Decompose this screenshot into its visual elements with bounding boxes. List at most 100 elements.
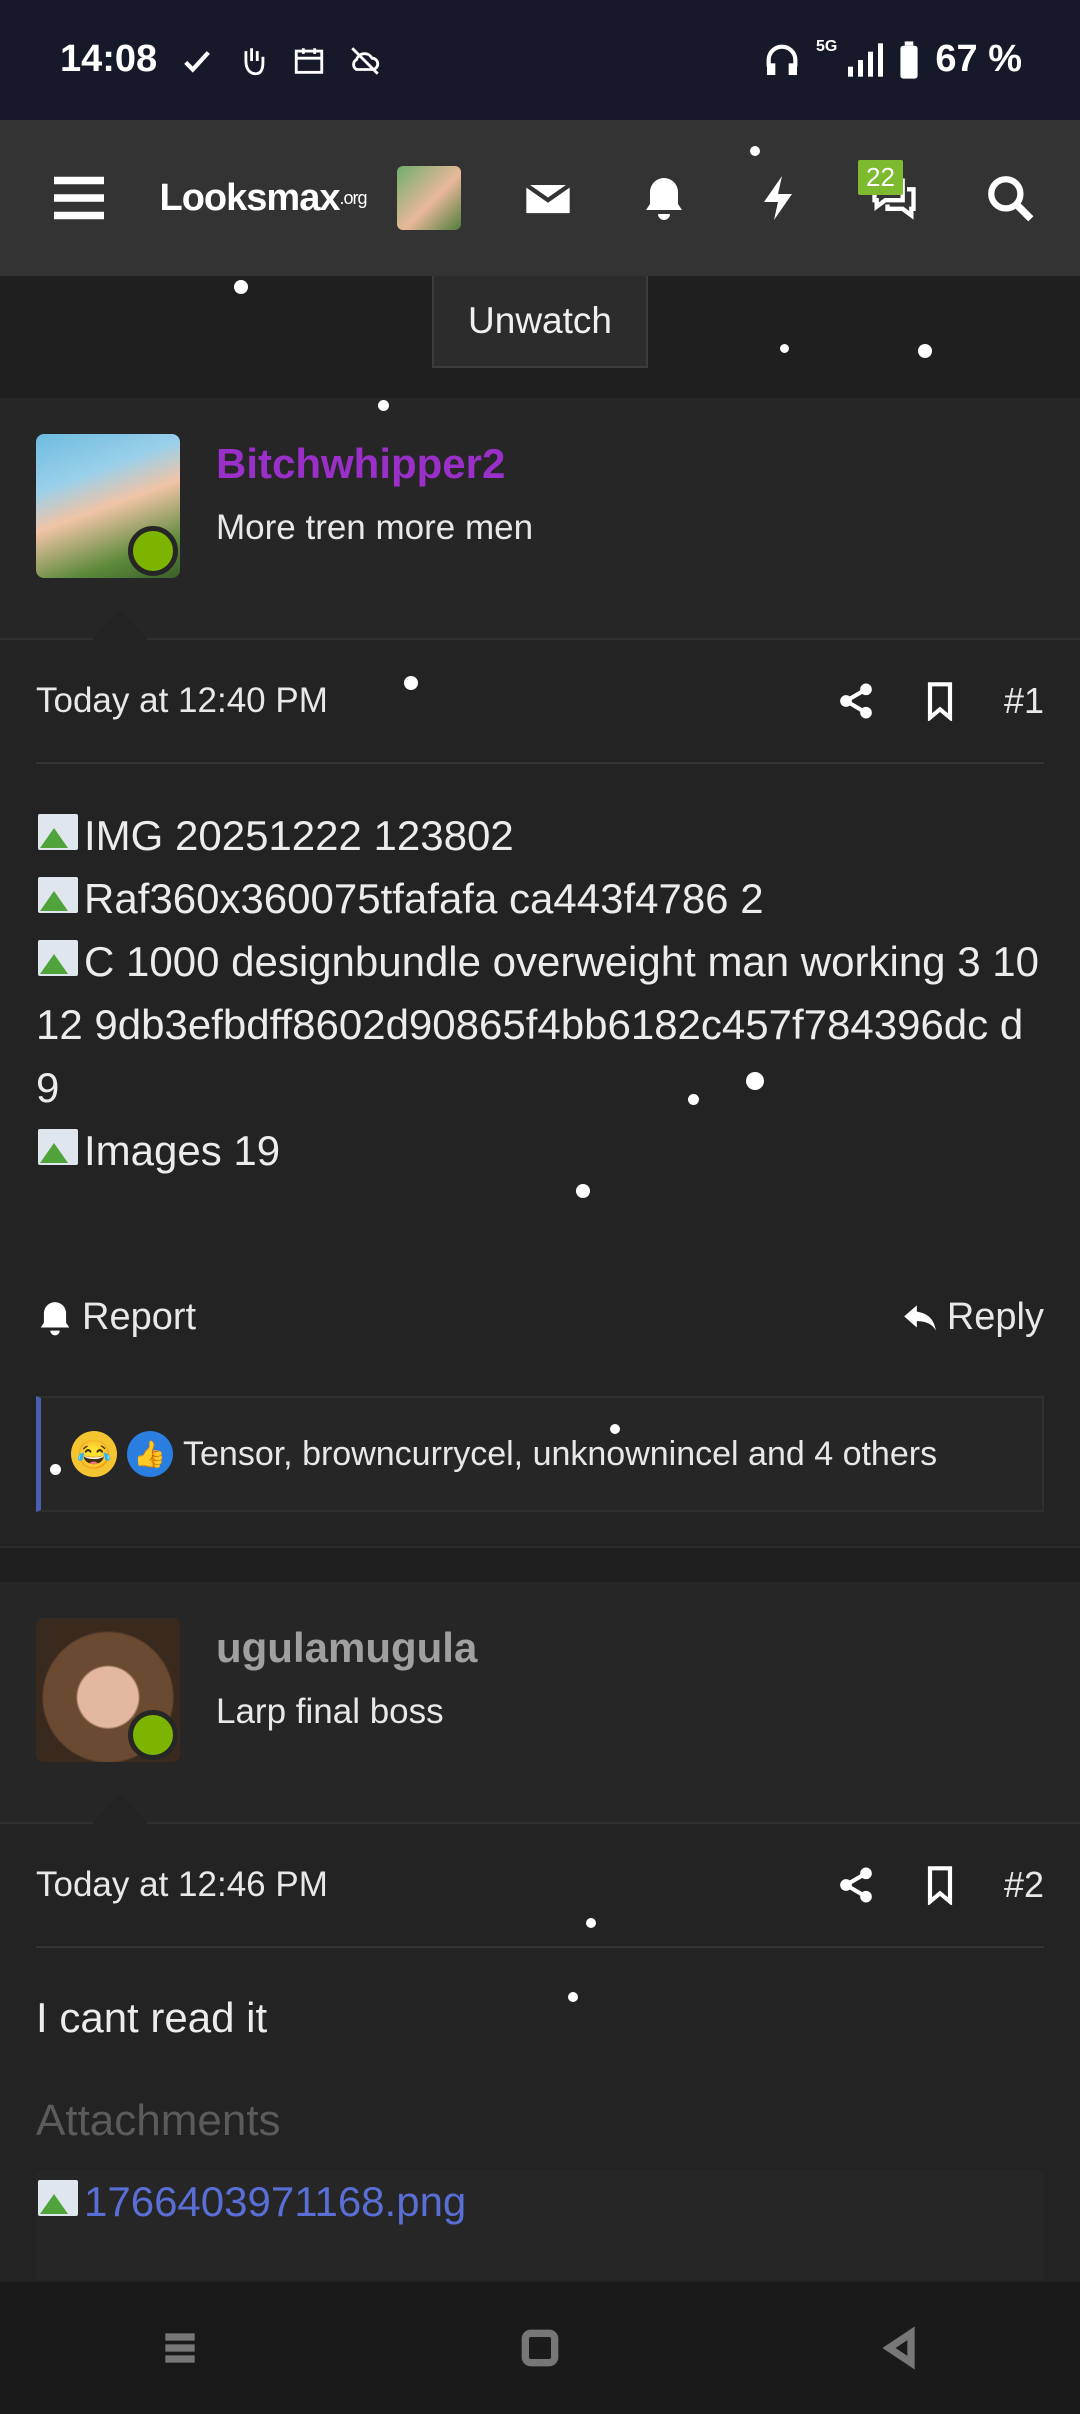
- bell-icon: [40, 1301, 70, 1335]
- post-2: ugulamugula Larp final boss Today at 12:…: [0, 1582, 1080, 2282]
- post-user-block: Bitchwhipper2 More tren more men: [0, 398, 1080, 640]
- username[interactable]: Bitchwhipper2: [216, 440, 505, 488]
- system-nav-bar: [0, 2282, 1080, 2414]
- bookmark-icon[interactable]: [920, 1865, 960, 1905]
- post-timestamp[interactable]: Today at 12:40 PM: [36, 681, 328, 721]
- snow-particle: [586, 1918, 596, 1928]
- post-meta: Today at 12:46 PM #2: [36, 1824, 1044, 1948]
- user-title: Larp final boss: [216, 1692, 444, 1731]
- image-line[interactable]: IMG 20251222 123802: [36, 804, 1046, 867]
- image-alt-text: Raf360x360075tfafafa ca443f4786 2: [84, 875, 764, 922]
- hand-icon: [244, 48, 265, 76]
- broken-image-icon: [36, 875, 84, 917]
- snow-particle: [918, 344, 932, 358]
- reply-label: Reply: [946, 1296, 1044, 1338]
- user-block-pointer: [92, 1794, 148, 1824]
- image-line[interactable]: C 1000 designbundle overweight man worki…: [36, 930, 1046, 1119]
- bell-icon: [646, 178, 682, 220]
- snow-particle: [576, 1184, 590, 1198]
- status-time: 14:08: [60, 38, 158, 80]
- inbox-button[interactable]: [520, 120, 576, 276]
- reactions-summary[interactable]: Tensor, browncurrycel, unknownincel and …: [183, 1435, 937, 1474]
- battery-percent: 67 %: [935, 38, 1022, 80]
- attachments-heading: Attachments: [36, 2096, 281, 2145]
- snow-particle: [234, 280, 248, 294]
- thumbs-up-icon: 👍: [127, 1431, 173, 1477]
- bookmark-icon[interactable]: [920, 681, 960, 721]
- post-number[interactable]: #2: [1004, 1864, 1044, 1906]
- post-body: IMG 20251222 123802 Raf360x360075tfafafa…: [36, 804, 1046, 1182]
- share-icon[interactable]: [836, 1865, 876, 1905]
- post-number[interactable]: #1: [1004, 680, 1044, 722]
- status-right: 5G 67 %: [762, 38, 1022, 81]
- online-status-dot: [128, 1710, 178, 1760]
- username[interactable]: ugulamugula: [216, 1624, 477, 1672]
- user-block-pointer: [92, 610, 148, 640]
- recent-apps-icon[interactable]: [158, 2326, 202, 2370]
- bolt-icon: [764, 176, 792, 220]
- laughing-emoji-icon: 😂: [71, 1431, 117, 1477]
- reactions-bar[interactable]: 😂 👍 Tensor, browncurrycel, unknownincel …: [36, 1396, 1044, 1512]
- snow-particle: [610, 1424, 620, 1434]
- snow-particle: [404, 676, 418, 690]
- battery-icon: [900, 40, 918, 79]
- status-bar: 14:08 5G 67 %: [0, 0, 1080, 120]
- post-timestamp[interactable]: Today at 12:46 PM: [36, 1865, 328, 1905]
- cloud-off-icon: [351, 47, 380, 75]
- snow-particle: [378, 400, 389, 411]
- snow-particle: [688, 1094, 699, 1105]
- network-label: 5G: [816, 38, 838, 55]
- reply-arrow-icon: [904, 1304, 936, 1331]
- snow-particle: [750, 146, 760, 156]
- menu-button[interactable]: [44, 120, 114, 276]
- status-icons: [180, 44, 382, 78]
- report-button[interactable]: Report: [36, 1296, 196, 1339]
- attachment-link[interactable]: 1766403971168.png: [84, 2178, 466, 2225]
- attachment-item[interactable]: 1766403971168.png: [36, 2170, 1044, 2280]
- avatar: [397, 166, 461, 230]
- hamburger-icon: [54, 176, 104, 220]
- snow-particle: [746, 1072, 764, 1090]
- back-icon[interactable]: [878, 2326, 922, 2370]
- search-button[interactable]: [980, 120, 1040, 276]
- logo-suffix: .org: [339, 187, 367, 208]
- envelope-icon: [525, 183, 571, 214]
- search-icon: [988, 176, 1034, 222]
- image-alt-text: IMG 20251222 123802: [84, 812, 514, 859]
- snow-particle: [50, 1464, 61, 1475]
- post-meta: Today at 12:40 PM #1: [36, 640, 1044, 764]
- online-status-dot: [128, 526, 178, 576]
- signal-icon: [848, 42, 884, 77]
- report-label: Report: [82, 1296, 197, 1338]
- post-user-block: ugulamugula Larp final boss: [0, 1582, 1080, 1824]
- calendar-icon: [294, 48, 324, 74]
- account-avatar-button[interactable]: [396, 120, 462, 276]
- post-1: Bitchwhipper2 More tren more men Today a…: [0, 398, 1080, 1546]
- snow-particle: [568, 1992, 578, 2002]
- site-logo[interactable]: Looksmax .org: [158, 120, 368, 276]
- home-icon[interactable]: [518, 2326, 562, 2370]
- unwatch-label: Unwatch: [468, 300, 612, 341]
- top-navbar: Looksmax .org 22: [0, 120, 1080, 276]
- headphones-icon: [766, 44, 798, 75]
- user-title: More tren more men: [216, 508, 534, 547]
- unwatch-tooltip[interactable]: Unwatch: [432, 276, 648, 368]
- broken-image-icon: [36, 1127, 84, 1169]
- conversations-button[interactable]: [862, 120, 926, 276]
- broken-image-icon: [36, 812, 84, 854]
- broken-image-icon: [36, 2178, 84, 2220]
- broken-image-icon: [36, 938, 84, 980]
- image-alt-text: Images 19: [84, 1127, 281, 1174]
- post-actions: Report Reply: [36, 1296, 1044, 1339]
- image-line[interactable]: Images 19: [36, 1119, 1046, 1182]
- post-body: I cant read it: [36, 1994, 268, 2041]
- image-line[interactable]: Raf360x360075tfafafa ca443f4786 2: [36, 867, 1046, 930]
- post-separator: [0, 1546, 1080, 1582]
- reply-button[interactable]: Reply: [901, 1296, 1044, 1339]
- check-icon: [184, 51, 210, 73]
- share-icon[interactable]: [836, 681, 876, 721]
- whats-new-button[interactable]: [752, 120, 808, 276]
- alerts-button[interactable]: [636, 120, 692, 276]
- image-alt-text: C 1000 designbundle overweight man worki…: [36, 938, 1039, 1111]
- logo-text: Looksmax: [159, 176, 341, 219]
